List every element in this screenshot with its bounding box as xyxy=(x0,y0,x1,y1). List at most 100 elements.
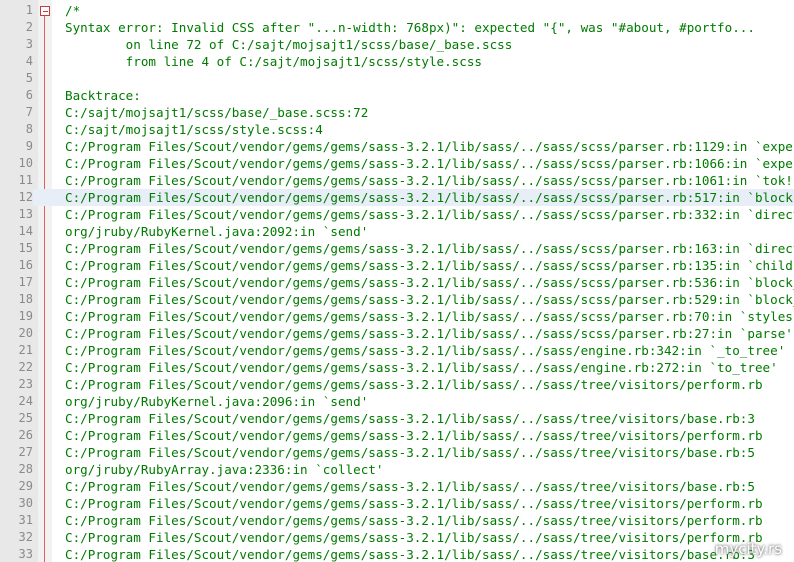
line-text[interactable]: Syntax error: Invalid CSS after "...n-wi… xyxy=(65,19,755,36)
line-text[interactable]: /* xyxy=(65,2,80,19)
code-line-current[interactable]: 12 C:/Program Files/Scout/vendor/gems/gem… xyxy=(0,189,794,206)
line-text[interactable]: C:/Program Files/Scout/vendor/gems/gems/… xyxy=(65,240,794,257)
line-text[interactable]: C:/Program Files/Scout/vendor/gems/gems/… xyxy=(65,512,763,529)
code-line[interactable]: 32 C:/Program Files/Scout/vendor/gems/gem… xyxy=(0,529,794,546)
line-number: 7 xyxy=(25,105,33,119)
line-number: 3 xyxy=(25,37,33,51)
watermark: mycity.rs xyxy=(714,540,782,558)
line-number: 12 xyxy=(0,189,33,206)
code-line[interactable]: 25 C:/Program Files/Scout/vendor/gems/gem… xyxy=(0,410,794,427)
line-number: 26 xyxy=(18,428,33,442)
line-number: 16 xyxy=(18,258,33,272)
line-text[interactable]: C:/Program Files/Scout/vendor/gems/gems/… xyxy=(65,444,755,461)
code-line[interactable]: 21 C:/Program Files/Scout/vendor/gems/gem… xyxy=(0,342,794,359)
line-number: 1 xyxy=(25,3,33,17)
code-line[interactable]: 23 C:/Program Files/Scout/vendor/gems/gem… xyxy=(0,376,794,393)
line-number: 33 xyxy=(18,547,33,561)
line-number: 8 xyxy=(25,122,33,136)
code-line[interactable]: 6 Backtrace: xyxy=(0,87,794,104)
line-text[interactable]: C:/Program Files/Scout/vendor/gems/gems/… xyxy=(65,308,794,325)
line-number: 31 xyxy=(18,513,33,527)
code-line[interactable]: 7 C:/sajt/mojsajt1/scss/base/_base.scss:7… xyxy=(0,104,794,121)
line-text[interactable]: C:/Program Files/Scout/vendor/gems/gems/… xyxy=(65,342,785,359)
line-number: 29 xyxy=(18,479,33,493)
code-line[interactable]: 20 C:/Program Files/Scout/vendor/gems/gem… xyxy=(0,325,794,342)
line-number: 5 xyxy=(25,71,33,85)
code-line[interactable]: 33 C:/Program Files/Scout/vendor/gems/gem… xyxy=(0,546,794,562)
line-text[interactable]: C:/Program Files/Scout/vendor/gems/gems/… xyxy=(65,325,793,342)
line-number: 18 xyxy=(18,292,33,306)
code-line[interactable]: 11 C:/Program Files/Scout/vendor/gems/gem… xyxy=(0,172,794,189)
line-number: 32 xyxy=(18,530,33,544)
code-line[interactable]: 31 C:/Program Files/Scout/vendor/gems/gem… xyxy=(0,512,794,529)
line-number: 6 xyxy=(25,88,33,102)
code-line[interactable]: 3 on line 72 of C:/sajt/mojsajt1/scss/ba… xyxy=(0,36,794,53)
line-text[interactable]: C:/Program Files/Scout/vendor/gems/gems/… xyxy=(65,291,794,308)
code-line[interactable]: 15 C:/Program Files/Scout/vendor/gems/gem… xyxy=(0,240,794,257)
line-text[interactable]: C:/sajt/mojsajt1/scss/style.scss:4 xyxy=(65,121,323,138)
line-number: 28 xyxy=(18,462,33,476)
line-number: 17 xyxy=(18,275,33,289)
line-number: 9 xyxy=(25,139,33,153)
line-text[interactable]: C:/Program Files/Scout/vendor/gems/gems/… xyxy=(65,427,763,444)
line-text[interactable]: C:/Program Files/Scout/vendor/gems/gems/… xyxy=(65,546,755,562)
code-line[interactable]: 22 C:/Program Files/Scout/vendor/gems/gem… xyxy=(0,359,794,376)
code-line[interactable]: 28 org/jruby/RubyArray.java:2336:in `coll… xyxy=(0,461,794,478)
line-text[interactable]: C:/Program Files/Scout/vendor/gems/gems/… xyxy=(65,495,763,512)
line-text[interactable]: C:/sajt/mojsajt1/scss/base/_base.scss:72 xyxy=(65,104,368,121)
line-text[interactable]: C:/Program Files/Scout/vendor/gems/gems/… xyxy=(65,155,794,172)
line-number: 24 xyxy=(18,394,33,408)
line-number: 4 xyxy=(25,54,33,68)
line-number: 2 xyxy=(25,20,33,34)
code-line[interactable]: 4 from line 4 of C:/sajt/mojsajt1/scss/s… xyxy=(0,53,794,70)
line-text[interactable]: C:/Program Files/Scout/vendor/gems/gems/… xyxy=(65,410,755,427)
line-text[interactable]: C:/Program Files/Scout/vendor/gems/gems/… xyxy=(65,172,794,189)
code-line[interactable]: 19 C:/Program Files/Scout/vendor/gems/gem… xyxy=(0,308,794,325)
line-text[interactable]: C:/Program Files/Scout/vendor/gems/gems/… xyxy=(65,376,763,393)
line-number: 13 xyxy=(18,207,33,221)
line-number: 15 xyxy=(18,241,33,255)
code-line[interactable]: 1 /* xyxy=(0,2,794,19)
line-number: 23 xyxy=(18,377,33,391)
line-number: 21 xyxy=(18,343,33,357)
line-number: 27 xyxy=(18,445,33,459)
line-text[interactable]: C:/Program Files/Scout/vendor/gems/gems/… xyxy=(65,478,755,495)
code-line[interactable]: 16 C:/Program Files/Scout/vendor/gems/gem… xyxy=(0,257,794,274)
code-line[interactable]: 26 C:/Program Files/Scout/vendor/gems/gem… xyxy=(0,427,794,444)
code-line[interactable]: 8 C:/sajt/mojsajt1/scss/style.scss:4 xyxy=(0,121,794,138)
line-number: 25 xyxy=(18,411,33,425)
line-text[interactable]: org/jruby/RubyKernel.java:2096:in `send' xyxy=(65,393,368,410)
line-text[interactable]: C:/Program Files/Scout/vendor/gems/gems/… xyxy=(65,359,778,376)
code-line[interactable]: 17 C:/Program Files/Scout/vendor/gems/gem… xyxy=(0,274,794,291)
line-text[interactable]: C:/Program Files/Scout/vendor/gems/gems/… xyxy=(65,529,763,546)
code-editor[interactable]: 1 /* 2 Syntax error: Invalid CSS after "...… xyxy=(0,0,794,562)
line-number: 11 xyxy=(18,173,33,187)
code-line[interactable]: 10 C:/Program Files/Scout/vendor/gems/gem… xyxy=(0,155,794,172)
line-text[interactable]: C:/Program Files/Scout/vendor/gems/gems/… xyxy=(65,257,794,274)
line-text[interactable]: C:/Program Files/Scout/vendor/gems/gems/… xyxy=(65,206,794,223)
line-number: 10 xyxy=(18,156,33,170)
line-text[interactable]: org/jruby/RubyKernel.java:2092:in `send' xyxy=(65,223,368,240)
code-line[interactable]: 2 Syntax error: Invalid CSS after "...n-w… xyxy=(0,19,794,36)
line-text[interactable]: C:/Program Files/Scout/vendor/gems/gems/… xyxy=(65,189,794,206)
line-number: 20 xyxy=(18,326,33,340)
code-line[interactable]: 29 C:/Program Files/Scout/vendor/gems/gem… xyxy=(0,478,794,495)
line-number: 14 xyxy=(18,224,33,238)
code-line[interactable]: 14 org/jruby/RubyKernel.java:2092:in `sen… xyxy=(0,223,794,240)
line-text[interactable]: C:/Program Files/Scout/vendor/gems/gems/… xyxy=(65,274,794,291)
line-number: 19 xyxy=(18,309,33,323)
line-text[interactable]: org/jruby/RubyArray.java:2336:in `collec… xyxy=(65,461,383,478)
code-line[interactable]: 18 C:/Program Files/Scout/vendor/gems/gem… xyxy=(0,291,794,308)
code-line[interactable]: 27 C:/Program Files/Scout/vendor/gems/gem… xyxy=(0,444,794,461)
line-text[interactable]: Backtrace: xyxy=(65,87,141,104)
code-lines[interactable]: 1 /* 2 Syntax error: Invalid CSS after "...… xyxy=(0,2,794,562)
code-line[interactable]: 13 C:/Program Files/Scout/vendor/gems/gem… xyxy=(0,206,794,223)
line-text[interactable]: C:/Program Files/Scout/vendor/gems/gems/… xyxy=(65,138,794,155)
line-text[interactable]: from line 4 of C:/sajt/mojsajt1/scss/sty… xyxy=(65,53,482,70)
line-number: 22 xyxy=(18,360,33,374)
code-line[interactable]: 5 xyxy=(0,70,794,87)
code-line[interactable]: 9 C:/Program Files/Scout/vendor/gems/gems… xyxy=(0,138,794,155)
line-text[interactable]: on line 72 of C:/sajt/mojsajt1/scss/base… xyxy=(65,36,513,53)
code-line[interactable]: 24 org/jruby/RubyKernel.java:2096:in `sen… xyxy=(0,393,794,410)
code-line[interactable]: 30 C:/Program Files/Scout/vendor/gems/gem… xyxy=(0,495,794,512)
